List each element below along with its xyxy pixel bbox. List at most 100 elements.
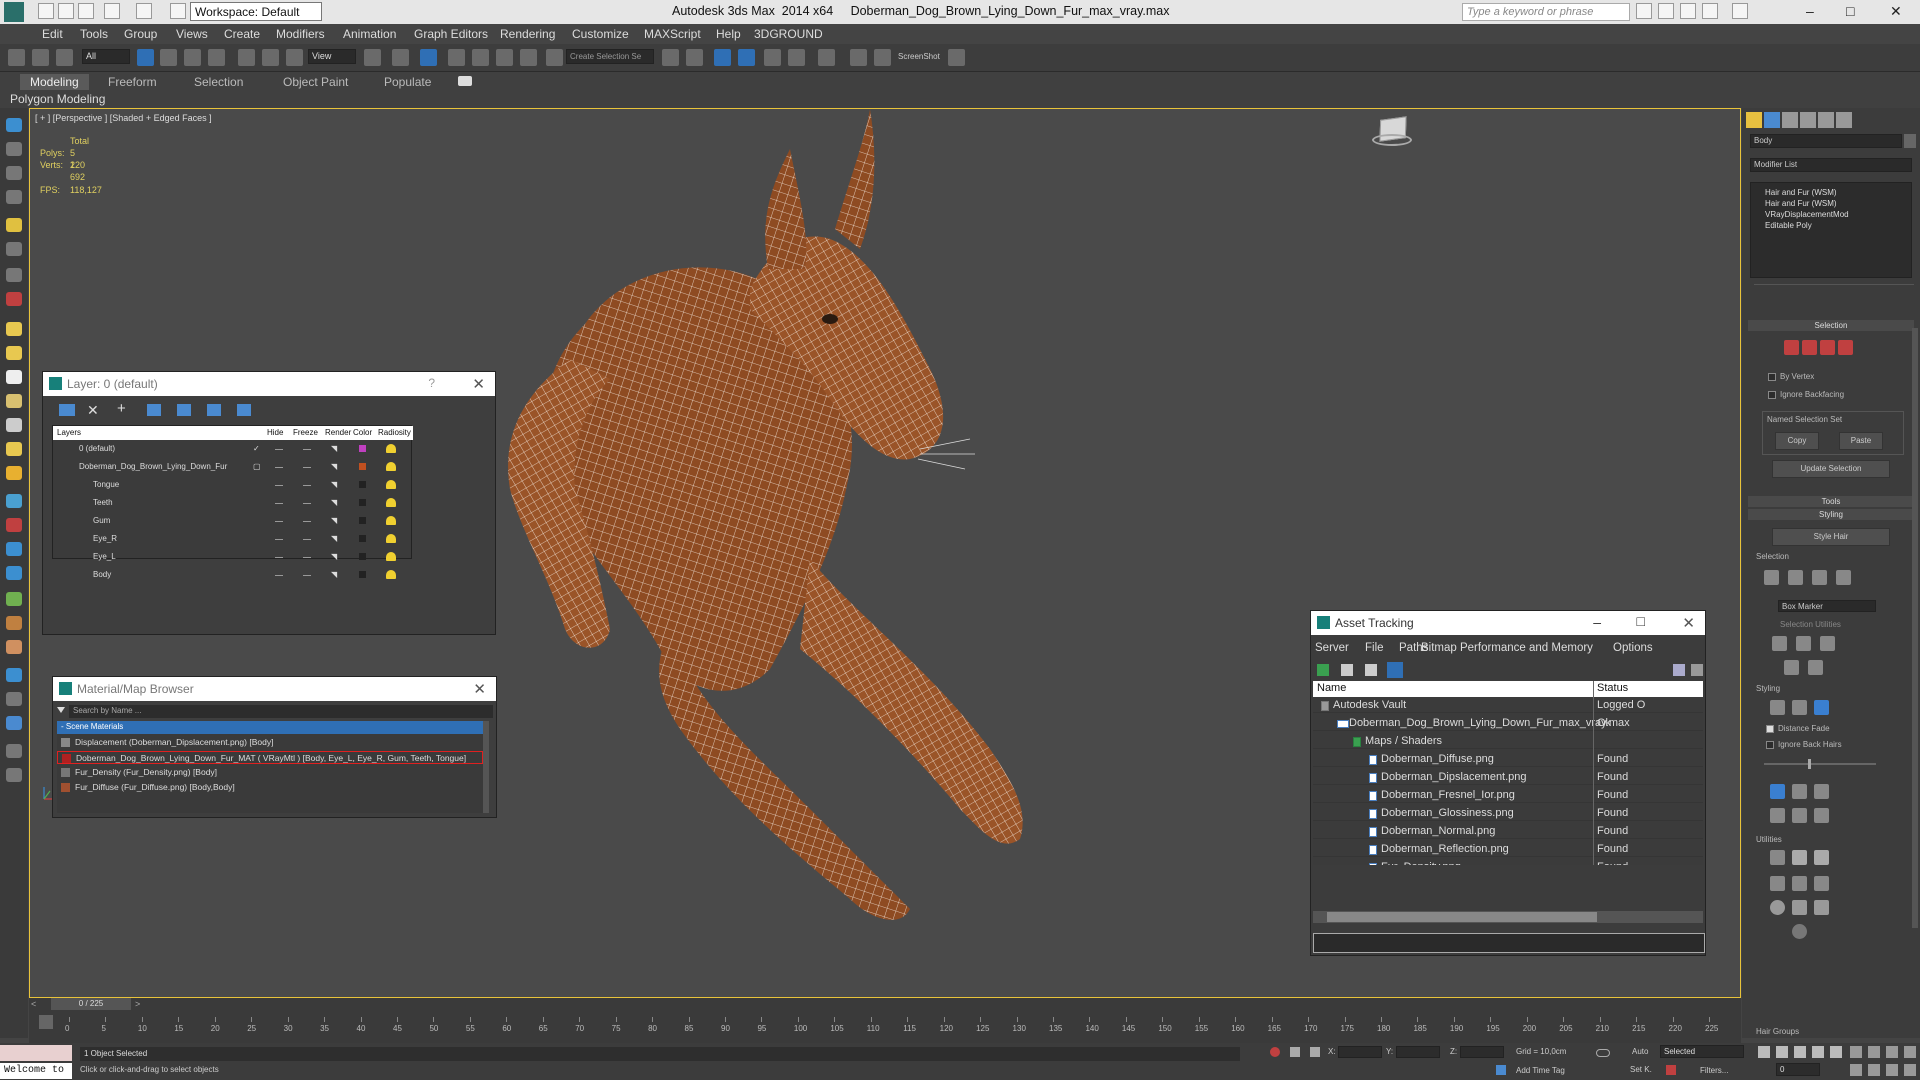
hide-selected-icon[interactable] — [1784, 660, 1799, 675]
radiosity-icon[interactable] — [386, 480, 396, 489]
close-icon[interactable]: ✕ — [1682, 614, 1695, 632]
column-status[interactable]: Status — [1597, 682, 1628, 694]
modify-tab-icon[interactable] — [1764, 112, 1780, 128]
particle-tool-icon[interactable] — [6, 494, 22, 508]
hide-toggle[interactable] — [275, 539, 283, 540]
app-logo-icon[interactable] — [4, 2, 24, 22]
select-layer-objects-icon[interactable] — [147, 404, 161, 416]
asset-horizontal-scrollbar[interactable] — [1313, 911, 1703, 923]
delete-layer-icon[interactable]: ✕ — [87, 402, 99, 419]
rotate-hair-icon[interactable] — [1792, 808, 1807, 823]
by-vertex-checkbox[interactable]: By Vertex — [1768, 372, 1814, 381]
settings-tool-icon[interactable] — [6, 744, 22, 758]
grid-tool-icon[interactable] — [6, 166, 22, 180]
motion-tab-icon[interactable] — [1800, 112, 1816, 128]
zoom-extents-icon[interactable] — [1886, 1046, 1898, 1058]
polygon-modeling-label[interactable]: Polygon Modeling — [10, 92, 105, 106]
pivot-center-icon[interactable] — [364, 49, 381, 66]
display-tab-icon[interactable] — [1818, 112, 1834, 128]
maximize-icon[interactable]: □ — [1637, 613, 1645, 629]
close-icon[interactable]: ✕ — [1890, 3, 1902, 20]
expand-selection-icon[interactable] — [1820, 636, 1835, 651]
puff-roots-icon[interactable] — [1814, 784, 1829, 799]
lock-icon[interactable] — [1792, 900, 1807, 915]
material-item[interactable]: Fur_Diffuse (Fur_Diffuse.png) [Body,Body… — [57, 781, 399, 794]
window-crossing-icon[interactable] — [208, 49, 225, 66]
torus-tool-icon[interactable] — [6, 394, 22, 408]
hide-toggle[interactable] — [275, 557, 283, 558]
screenshot-icon[interactable] — [948, 49, 965, 66]
recomb-icon[interactable] — [1770, 876, 1785, 891]
layer-row[interactable]: Gum ◥ — [53, 514, 429, 529]
angle-snap-icon[interactable] — [472, 49, 489, 66]
menu-file[interactable]: File — [1365, 642, 1384, 654]
screenshot-label[interactable]: ScreenShot — [898, 52, 940, 61]
select-whole-strand-icon[interactable] — [1788, 570, 1803, 585]
key-filters-icon[interactable] — [1666, 1065, 1676, 1075]
hide-toggle[interactable] — [275, 575, 283, 576]
reference-coordinate-dropdown[interactable]: View — [308, 49, 356, 64]
utility-tool-icon[interactable] — [6, 692, 22, 706]
table-view-icon[interactable] — [1387, 662, 1403, 678]
utilities-tab-icon[interactable] — [1836, 112, 1852, 128]
record-tool-icon[interactable] — [6, 292, 22, 306]
asset-row[interactable]: Doberman_Dipslacement.png Found — [1313, 770, 1703, 785]
close-icon[interactable]: ✕ — [473, 680, 486, 698]
curve-editor-icon[interactable] — [764, 49, 781, 66]
tree-view-icon[interactable] — [1365, 664, 1377, 676]
column-radiosity[interactable]: Radiosity — [378, 428, 411, 437]
column-freeze[interactable]: Freeze — [293, 428, 318, 437]
rollout-tools-header[interactable]: Tools — [1748, 496, 1914, 507]
tab-object-paint[interactable]: Object Paint — [273, 74, 358, 90]
menu-maxscript[interactable]: MAXScript — [644, 27, 701, 41]
freeze-toggle[interactable] — [303, 575, 311, 576]
render-teapot-icon[interactable]: ◥ — [331, 444, 337, 453]
create-tab-icon[interactable] — [1746, 112, 1762, 128]
scale-icon[interactable] — [286, 49, 303, 66]
render-tool-icon[interactable] — [6, 668, 22, 682]
undo-hair-icon[interactable] — [1792, 924, 1807, 939]
sel-element-icon[interactable] — [1838, 340, 1853, 355]
regrow-hair-icon[interactable] — [1814, 876, 1829, 891]
ignore-back-hairs-checkbox[interactable]: Ignore Back Hairs — [1766, 740, 1842, 749]
scale-hair-icon[interactable] — [1814, 808, 1829, 823]
layer-row[interactable]: 0 (default) ✓ ◥ — [53, 442, 429, 457]
asset-row[interactable]: Autodesk Vault Logged O — [1313, 698, 1703, 713]
select-manipulate-icon[interactable] — [392, 49, 409, 66]
clump-hair-icon[interactable] — [1770, 808, 1785, 823]
render-teapot-icon[interactable]: ◥ — [331, 552, 337, 561]
add-to-layer-icon[interactable]: + — [117, 400, 126, 417]
material-item[interactable]: Displacement (Doberman_Dipslacement.png)… — [57, 736, 399, 749]
go-to-start-icon[interactable] — [1758, 1046, 1770, 1058]
cone-tool-icon[interactable] — [6, 418, 22, 432]
stand-hair-icon[interactable] — [1792, 784, 1807, 799]
current-frame-field[interactable]: 0 — [1776, 1063, 1820, 1076]
column-hide[interactable]: Hide — [267, 428, 283, 437]
menu-create[interactable]: Create — [224, 27, 260, 41]
paint-tool-icon[interactable] — [6, 142, 22, 156]
translate-hair-icon[interactable] — [1770, 784, 1785, 799]
layer-active-box-icon[interactable]: ▢ — [253, 462, 261, 471]
active-layer-check-icon[interactable]: ✓ — [253, 444, 260, 453]
hierarchy-tab-icon[interactable] — [1782, 112, 1798, 128]
distance-fade-checkbox[interactable]: Distance Fade — [1766, 724, 1830, 733]
modifier-stack-item[interactable]: Hair and Fur (WSM) — [1765, 199, 1837, 208]
sel-face-icon[interactable] — [1802, 340, 1817, 355]
layer-manager-icon[interactable] — [714, 49, 731, 66]
frame-indicator[interactable]: 0 / 225 — [51, 998, 131, 1010]
modifier-stack-item[interactable]: Hair and Fur (WSM) — [1765, 188, 1837, 197]
set-key-icon[interactable] — [1596, 1049, 1610, 1057]
render-teapot-icon[interactable]: ◥ — [331, 570, 337, 579]
link-icon[interactable] — [8, 49, 25, 66]
asset-row[interactable]: Doberman_Fresnel_Ior.png Found — [1313, 788, 1703, 803]
layer-row[interactable]: Eye_R ◥ — [53, 532, 429, 547]
menu-bitmap-performance[interactable]: Bitmap Performance and Memory — [1421, 642, 1593, 654]
column-render[interactable]: Render — [325, 428, 351, 437]
layer-color-swatch[interactable] — [359, 499, 366, 506]
hide-toggle[interactable] — [275, 467, 283, 468]
asset-row[interactable]: Maps / Shaders — [1313, 734, 1703, 749]
close-icon[interactable]: ✕ — [472, 375, 485, 393]
rectangular-selection-icon[interactable] — [184, 49, 201, 66]
time-slider-next-icon[interactable]: > — [135, 999, 140, 1009]
viewcube-icon[interactable] — [1370, 114, 1416, 150]
